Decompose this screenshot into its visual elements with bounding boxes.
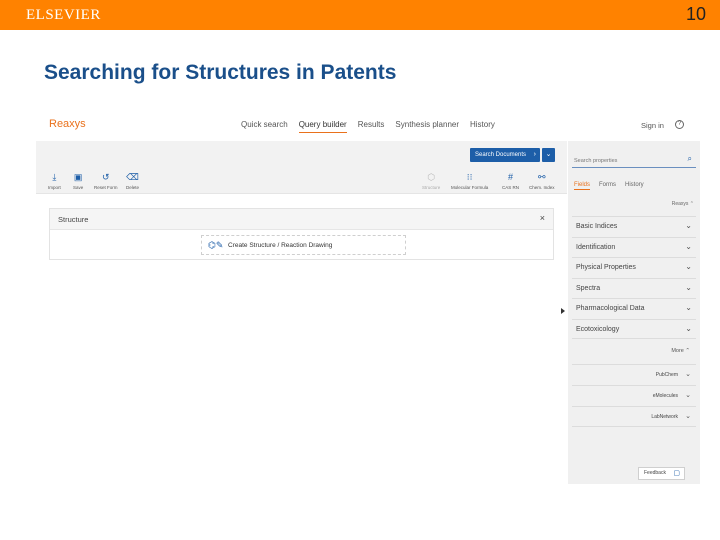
reset-form-button[interactable]: ↺ Reset Form [94, 172, 118, 190]
nav-synthesis-planner[interactable]: Synthesis planner [395, 120, 459, 133]
field-category-list: Basic Indices ⌄ Identification ⌄ Physica… [572, 216, 696, 339]
slide-header-bar: ELSEVIER 10 [0, 0, 720, 30]
properties-sidebar: Search properties ⌕ Fields Forms History… [568, 141, 700, 484]
chevron-down-icon: ⌄ [685, 221, 692, 230]
main-nav: Quick search Query builder Results Synth… [241, 120, 506, 133]
reset-form-label: Reset Form [94, 185, 118, 190]
chem-index-label: Chem. Index [529, 185, 555, 190]
source-emolecules[interactable]: eMolecules ⌄ [572, 385, 696, 406]
trash-icon: ⌫ [126, 172, 139, 182]
reaxys-section-label: Reaxys [671, 201, 689, 207]
nav-query-builder[interactable]: Query builder [298, 120, 347, 133]
reset-icon: ↺ [101, 172, 110, 182]
category-label: Spectra [576, 284, 601, 292]
search-icon[interactable]: ⌕ [688, 154, 692, 164]
elsevier-logo: ELSEVIER [26, 7, 101, 23]
category-label: Basic Indices [576, 223, 618, 230]
chevron-down-icon: ⌄ [545, 151, 552, 158]
structure-panel: Structure × ⌬✎ Create Structure / Reacti… [49, 208, 554, 260]
save-icon: ▣ [73, 172, 83, 182]
reaxys-app: Reaxys Quick search Query builder Result… [36, 104, 700, 484]
molecular-formula-button[interactable]: ⁝⁝ Molecular Formula [451, 172, 488, 190]
chevron-right-icon: › [533, 151, 536, 158]
category-label: Ecotoxicology [576, 325, 620, 333]
tab-fields[interactable]: Fields [574, 182, 591, 190]
help-circle-icon[interactable]: ? [675, 120, 684, 129]
chevron-down-icon: ⌄ [685, 262, 692, 271]
formula-icon: ⁝⁝ [466, 172, 473, 182]
source-label: PubChem [655, 372, 678, 378]
chat-bubble-icon: ▢ [673, 470, 680, 477]
download-icon: ⤓ [52, 172, 57, 182]
source-labnetwork[interactable]: LabNetwork ⌄ [572, 406, 696, 427]
reaxys-logo[interactable]: Reaxys [49, 118, 86, 130]
import-label: Import [48, 185, 61, 190]
feedback-button[interactable]: Feedback ▢ [638, 467, 685, 480]
reaxys-section-toggle[interactable]: Reaxys ⌃ [672, 201, 694, 207]
chevron-down-icon: ⌄ [685, 413, 691, 420]
nav-history[interactable]: History [470, 120, 495, 133]
app-topbar: Reaxys Quick search Query builder Result… [36, 104, 700, 141]
sidebar-collapse-icon[interactable] [561, 308, 565, 314]
chevron-down-icon: ⌄ [685, 282, 692, 292]
delete-button[interactable]: ⌫ Delete [126, 172, 139, 190]
chem-index-button[interactable]: ⚯ Chem. Index [529, 172, 555, 190]
category-basic-indices[interactable]: Basic Indices ⌄ [572, 216, 696, 237]
source-label: LabNetwork [651, 414, 678, 420]
category-physical-properties[interactable]: Physical Properties ⌄ [572, 257, 696, 278]
chevron-up-icon: ⌃ [689, 201, 694, 207]
category-label: Physical Properties [576, 264, 636, 271]
chevron-down-icon: ⌄ [685, 323, 692, 333]
import-button[interactable]: ⤓ Import [48, 172, 61, 190]
nav-quick-search[interactable]: Quick search [241, 120, 288, 133]
save-label: Save [73, 185, 84, 190]
delete-label: Delete [126, 185, 140, 190]
category-identification[interactable]: Identification ⌄ [572, 236, 696, 258]
chevron-down-icon: ⌄ [685, 371, 691, 378]
search-documents-label: Search Documents [475, 152, 527, 158]
cas-rn-button[interactable]: # CAS RN [502, 172, 519, 190]
drawing-pen-icon: ⌬✎ [208, 240, 224, 250]
sign-in-link[interactable]: Sign in [641, 121, 664, 130]
save-button[interactable]: ▣ Save [73, 172, 83, 190]
chevron-down-icon: ⌄ [685, 392, 691, 399]
category-spectra[interactable]: Spectra ⌄ [572, 277, 696, 299]
search-documents-button[interactable]: Search Documents › [470, 148, 540, 162]
chevron-up-icon: ⌃ [685, 348, 690, 354]
index-icon: ⚯ [537, 172, 546, 182]
structure-panel-header: Structure × [50, 209, 553, 230]
more-toggle[interactable]: More ⌃ [671, 348, 690, 354]
property-search-placeholder: Search properties [574, 158, 618, 164]
close-icon[interactable]: × [540, 213, 545, 223]
structure-panel-title: Structure [58, 215, 89, 224]
category-pharmacological-data[interactable]: Pharmacological Data ⌄ [572, 298, 696, 319]
source-label: eMolecules [652, 393, 678, 399]
tab-history[interactable]: History [625, 182, 644, 190]
sidebar-tabs: Fields Forms History [574, 182, 644, 190]
category-label: Identification [576, 243, 616, 251]
search-options-dropdown[interactable]: ⌄ [542, 148, 555, 162]
structure-tool-button[interactable]: ⬡ Structure [422, 172, 440, 190]
cas-rn-label: CAS RN [502, 185, 520, 190]
property-search-field[interactable]: Search properties ⌕ [572, 150, 696, 168]
query-toolbar: Search Documents › ⌄ ⤓ Import ▣ Save ↺ R… [36, 141, 567, 194]
molecular-formula-label: Molecular Formula [451, 185, 489, 190]
nav-results[interactable]: Results [358, 120, 385, 133]
create-structure-button[interactable]: ⌬✎ Create Structure / Reaction Drawing [201, 235, 406, 255]
chevron-down-icon: ⌄ [685, 303, 692, 312]
category-label: Pharmacological Data [576, 305, 645, 312]
more-label: More [671, 348, 684, 354]
feedback-label: Feedback [644, 470, 666, 476]
create-structure-label: Create Structure / Reaction Drawing [228, 242, 333, 249]
page-number: 10 [685, 4, 706, 24]
chevron-down-icon: ⌄ [685, 241, 692, 251]
hash-icon: # [508, 172, 514, 182]
slide-title: Searching for Structures in Patents [44, 61, 397, 84]
category-ecotoxicology[interactable]: Ecotoxicology ⌄ [572, 318, 696, 339]
structure-icon: ⬡ [427, 172, 436, 182]
tab-forms[interactable]: Forms [599, 182, 616, 190]
structure-tool-label: Structure [422, 185, 441, 190]
source-pubchem[interactable]: PubChem ⌄ [572, 364, 696, 385]
